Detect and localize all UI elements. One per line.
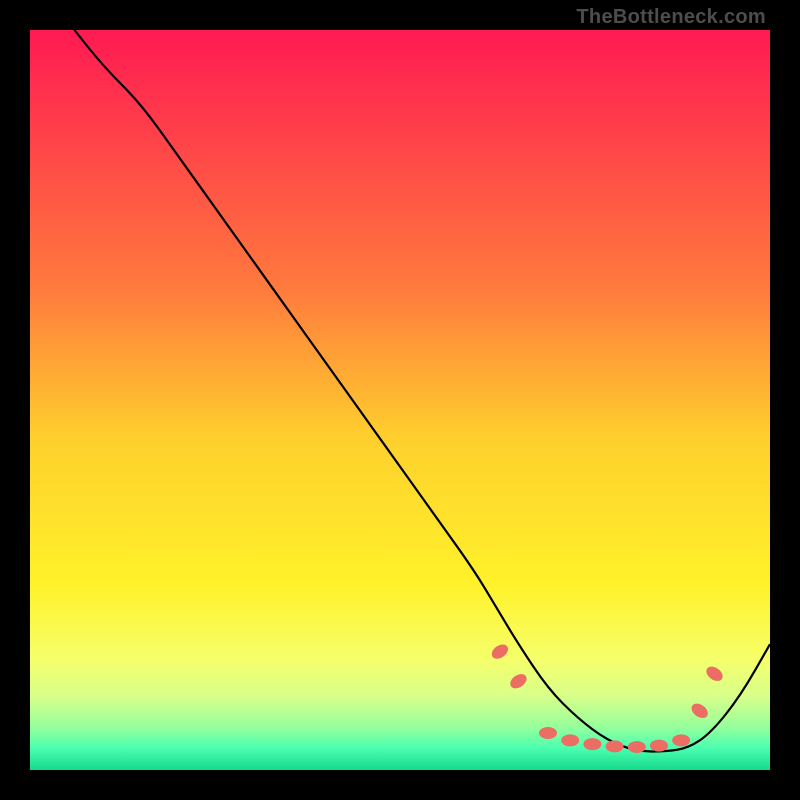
highlight-marker [672,734,690,746]
highlight-marker [508,671,530,691]
highlight-marker [650,740,668,752]
plot-area [30,30,770,770]
highlight-marker [583,738,601,750]
bottleneck-curve [74,30,770,752]
marker-group [489,642,725,754]
highlight-marker [689,701,711,721]
chart-frame: TheBottleneck.com [0,0,800,800]
chart-svg [30,30,770,770]
highlight-marker [704,664,726,684]
watermark-text: TheBottleneck.com [576,6,766,29]
highlight-marker [561,734,579,746]
highlight-marker [539,727,557,739]
highlight-marker [489,642,511,662]
highlight-marker [628,741,646,753]
highlight-marker [606,740,624,752]
